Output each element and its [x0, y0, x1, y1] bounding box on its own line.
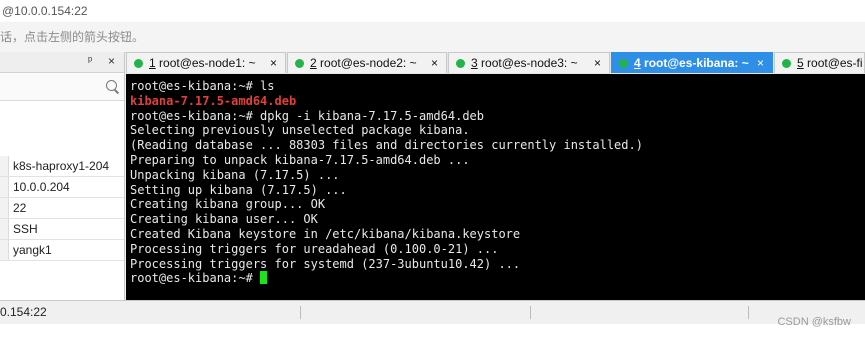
property-value: yangk1 — [8, 239, 124, 261]
tab-label: root@es-fi — [803, 56, 863, 70]
session-status-icon — [782, 59, 791, 68]
pin-icon[interactable]: ᵖ — [88, 55, 98, 67]
hint-bar: 话，点击左侧的箭头按钮。 — [0, 22, 865, 53]
property-row: k8s-haproxy1-204 — [0, 156, 124, 177]
session-tab-bar: 1 root@es-node1: ~ × 2 root@es-node2: ~ … — [126, 52, 865, 74]
window-title-bar: @10.0.0.154:22 — [0, 0, 865, 22]
tab-label: root@es-node1: ~ — [155, 56, 256, 70]
session-panel-header: ᵖ × — [0, 52, 124, 73]
session-panel: ᵖ × k8s-haproxy1-204 10.0.0.204 22 SSH y… — [0, 52, 125, 300]
terminal-prompt: root@es-kibana:~# — [130, 271, 261, 286]
tab-label: root@es-node3: ~ — [477, 56, 578, 70]
terminal-line: Setting up kibana (7.17.5) ... — [130, 182, 347, 197]
tab-number: 5 — [797, 56, 804, 70]
property-row: yangk1 — [0, 239, 124, 261]
terminal-prompt-line[interactable]: root@es-kibana:~# — [130, 271, 643, 286]
tab-number: 3 — [471, 56, 478, 70]
session-properties: k8s-haproxy1-204 10.0.0.204 22 SSH yangk… — [0, 156, 124, 261]
tab-number: 4 — [634, 56, 641, 70]
property-value: 10.0.0.204 — [8, 176, 124, 198]
tab-close-icon[interactable]: × — [431, 53, 438, 73]
search-row — [0, 74, 124, 101]
tab-es-node2[interactable]: 2 root@es-node2: ~ × — [287, 52, 447, 73]
bottom-strip — [0, 324, 865, 337]
session-status-icon — [295, 59, 304, 68]
status-divider — [748, 306, 749, 319]
window-title: @10.0.0.154:22 — [2, 4, 88, 18]
terminal-line: Unpacking kibana (7.17.5) ... — [130, 167, 340, 182]
terminal-line: kibana-7.17.5-amd64.deb — [130, 93, 297, 108]
terminal-output[interactable]: root@es-kibana:~# ls kibana-7.17.5-amd64… — [126, 74, 865, 300]
session-status-icon — [134, 59, 143, 68]
terminal-line: Preparing to unpack kibana-7.17.5-amd64.… — [130, 152, 470, 167]
terminal-line: Processing triggers for ureadahead (0.10… — [130, 241, 499, 256]
search-icon[interactable] — [106, 80, 117, 91]
tab-label: root@es-node2: ~ — [316, 56, 417, 70]
terminal-line: (Reading database ... 88303 files and di… — [130, 138, 643, 153]
property-row: 22 — [0, 197, 124, 219]
terminal-cursor — [260, 271, 268, 285]
tab-number: 1 — [149, 56, 156, 70]
tab-close-icon[interactable]: × — [594, 53, 601, 73]
tab-label: root@es-kibana: ~ — [640, 56, 749, 70]
hint-text: 话，点击左侧的箭头按钮。 — [0, 30, 145, 44]
status-bar: 0.154:22 — [0, 300, 865, 324]
terminal-line: root@es-kibana:~# ls — [130, 79, 275, 93]
session-status-icon — [456, 59, 465, 68]
property-row: SSH — [0, 218, 124, 240]
property-value: SSH — [8, 218, 124, 240]
tab-es-fi[interactable]: 5 root@es-fi — [774, 52, 865, 73]
terminal-line: Creating kibana group... OK — [130, 197, 326, 212]
tab-es-node1[interactable]: 1 root@es-node1: ~ × — [126, 52, 286, 73]
terminal-line: Selecting previously unselected package … — [130, 123, 470, 138]
status-divider — [300, 306, 301, 319]
status-connection: 0.154:22 — [0, 305, 47, 319]
close-icon[interactable]: × — [108, 54, 115, 68]
tab-es-node3[interactable]: 3 root@es-node3: ~ × — [448, 52, 610, 73]
session-status-icon — [619, 59, 628, 68]
terminal-line: root@es-kibana:~# dpkg -i kibana-7.17.5-… — [130, 108, 485, 123]
status-divider — [530, 306, 531, 319]
property-value: k8s-haproxy1-204 — [8, 156, 124, 177]
search-input[interactable] — [0, 78, 104, 98]
property-row: 10.0.0.204 — [0, 176, 124, 198]
terminal-line: Creating kibana user... OK — [130, 212, 318, 227]
property-value: 22 — [8, 197, 124, 219]
tab-es-kibana[interactable]: 4 root@es-kibana: ~ × — [611, 52, 773, 73]
tab-number: 2 — [310, 56, 317, 70]
tab-close-icon[interactable]: × — [757, 53, 764, 73]
terminal-line: Created Kibana keystore in /etc/kibana/k… — [130, 226, 521, 241]
watermark: CSDN @ksfbw — [777, 316, 851, 328]
terminal-line: Processing triggers for systemd (237-3ub… — [130, 256, 521, 271]
tab-close-icon[interactable]: × — [270, 53, 277, 73]
